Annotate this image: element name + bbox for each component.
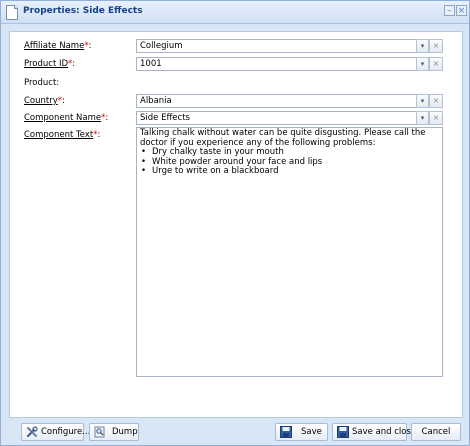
document-icon — [6, 5, 18, 20]
title-bar[interactable]: Properties: Side Effects – × — [1, 1, 469, 24]
button-bar: Configure... Dump Save Save and close Ca… — [1, 419, 469, 445]
save-and-close-label: Save and close — [352, 427, 417, 437]
country-combo[interactable]: Albania — [136, 94, 443, 108]
component-text-area[interactable]: Talking chalk without water can be quite… — [136, 127, 443, 377]
product-id-label: Product ID*: — [24, 59, 76, 69]
component-text-bullets: Dry chalky taste in your mouth White pow… — [140, 147, 439, 177]
component-name-combo[interactable]: Side Effects — [136, 111, 443, 125]
component-text-label: Component Text*: — [24, 130, 101, 140]
country-label: Country*: — [24, 96, 65, 106]
product-id-combo[interactable]: 1001 — [136, 57, 443, 71]
component-text-intro: Talking chalk without water can be quite… — [140, 128, 426, 148]
floppy-disk-icon — [337, 426, 349, 438]
properties-window: Properties: Side Effects – × Affiliate N… — [0, 0, 470, 446]
clear-icon[interactable]: × — [429, 111, 443, 125]
clear-icon[interactable]: × — [429, 57, 443, 71]
floppy-disk-icon — [280, 426, 292, 438]
bullet-item: Urge to write on a blackboard — [140, 166, 439, 177]
save-and-close-button[interactable]: Save and close — [332, 423, 416, 441]
wrench-icon — [27, 426, 38, 437]
window-title: Properties: Side Effects — [23, 6, 143, 16]
component-name-label: Component Name*: — [24, 113, 109, 123]
close-button[interactable]: × — [456, 5, 467, 16]
minimize-button[interactable]: – — [444, 5, 455, 16]
chevron-down-icon[interactable]: ▾ — [416, 94, 429, 108]
cancel-button[interactable]: Cancel — [411, 423, 461, 441]
configure-label: Configure... — [41, 427, 91, 437]
affiliate-name-combo[interactable]: Collegium — [136, 39, 443, 53]
affiliate-name-label: Affiliate Name*: — [24, 41, 92, 51]
product-label: Product: — [24, 78, 60, 88]
cancel-label: Cancel — [421, 427, 451, 437]
chevron-down-icon[interactable]: ▾ — [416, 111, 429, 125]
clear-icon[interactable]: × — [429, 39, 443, 53]
save-label: Save — [301, 427, 322, 437]
clear-icon[interactable]: × — [429, 94, 443, 108]
dump-label: Dump — [112, 427, 138, 437]
chevron-down-icon[interactable]: ▾ — [416, 39, 429, 53]
magnifier-icon — [94, 426, 105, 438]
chevron-down-icon[interactable]: ▾ — [416, 57, 429, 71]
dump-button[interactable]: Dump — [89, 423, 139, 441]
configure-button[interactable]: Configure... — [21, 423, 90, 441]
save-button[interactable]: Save — [275, 423, 328, 441]
